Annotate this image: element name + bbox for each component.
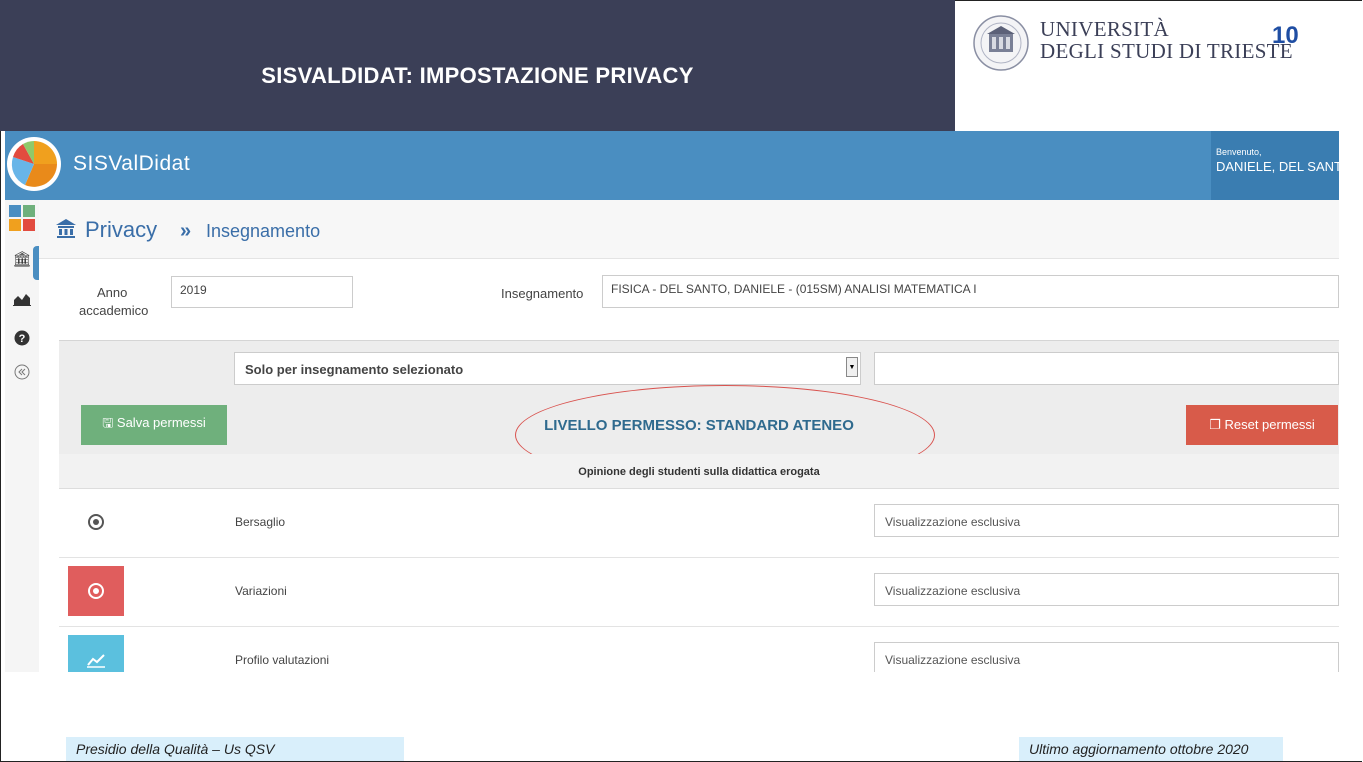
line-chart-icon — [87, 654, 105, 668]
app-topbar: SISValDidat Benvenuto, DANIELE, DEL SANT… — [5, 131, 1339, 200]
user-name: DANIELE, DEL SANTO — [1216, 159, 1339, 174]
section-title: Opinione degli studenti sulla didattica … — [578, 466, 820, 478]
visibility-select[interactable]: Visualizzazione esclusiva — [874, 642, 1339, 672]
app-logo-icon — [7, 137, 61, 191]
row-icon-box — [68, 566, 124, 616]
anno-accademico-field[interactable]: 2019 — [171, 276, 353, 308]
row-label: Bersaglio — [235, 515, 286, 529]
app-screenshot: SISValDidat Benvenuto, DANIELE, DEL SANT… — [5, 131, 1339, 672]
row-icon-box — [68, 635, 124, 672]
main-content: Privacy » Insegnamento Anno accademico 2… — [39, 200, 1339, 672]
footer-right: Ultimo aggiornamento ottobre 2020 — [1019, 737, 1283, 761]
help-icon: ? — [14, 330, 30, 346]
university-seal-icon — [973, 15, 1029, 71]
page-title-bar: Privacy » Insegnamento — [39, 200, 1339, 259]
anno-label-2: accademico — [79, 303, 149, 318]
insegnamento-label: Insegnamento — [501, 286, 584, 301]
slide-header: SISVALDIDAT: IMPOSTAZIONE PRIVACY — [0, 0, 955, 131]
sidebar-item-reports[interactable] — [5, 292, 39, 322]
row-label: Profilo valutazioni — [235, 653, 330, 667]
circle-dot-icon — [88, 583, 104, 599]
building-icon: 🏛 — [12, 251, 32, 268]
footer-left-text: Presidio della Qualità – Us QSV — [76, 741, 275, 757]
page-number: 10 — [1272, 22, 1299, 49]
page-subtitle: Insegnamento — [206, 221, 321, 241]
filter-select[interactable]: Solo per insegnamento selezionato ▼ — [234, 352, 861, 385]
permission-row: Variazioni Visualizzazione esclusiva — [59, 558, 1339, 627]
app-brand[interactable]: SISValDidat — [73, 152, 190, 176]
footer-right-text: Ultimo aggiornamento ottobre 2020 — [1029, 741, 1249, 757]
visibility-select[interactable]: Visualizzazione esclusiva — [874, 573, 1339, 606]
reset-permissions-button[interactable]: ❐ Reset permessi — [1186, 405, 1338, 445]
user-menu[interactable]: Benvenuto, DANIELE, DEL SANTO — [1211, 131, 1339, 200]
filter-select-value: Solo per insegnamento selezionato — [245, 362, 464, 377]
target-icon — [88, 514, 104, 530]
slide-title: SISVALDIDAT: IMPOSTAZIONE PRIVACY — [261, 63, 694, 88]
dashboard-icon — [9, 205, 35, 231]
visibility-select-value: Visualizzazione esclusiva — [885, 584, 1021, 598]
building-icon — [56, 219, 76, 238]
permission-row: Profilo valutazioni Visualizzazione escl… — [59, 627, 1339, 672]
sidebar-collapse[interactable] — [5, 364, 39, 394]
sidebar-item-dashboard[interactable] — [5, 204, 39, 234]
breadcrumb-separator: » — [180, 220, 192, 242]
svg-text:?: ? — [19, 333, 26, 345]
sidebar-item-privacy[interactable]: 🏛 — [5, 250, 39, 280]
university-name-line1: UNIVERSITÀ — [1040, 17, 1169, 41]
reset-icon: ❐ — [1209, 417, 1225, 432]
row-label: Variazioni — [235, 584, 287, 598]
sidebar-item-help[interactable]: ? — [5, 330, 39, 360]
section-header: Opinione degli studenti sulla didattica … — [59, 454, 1339, 490]
row-icon-box — [68, 497, 124, 547]
action-bar: 🖫 Salva permessi LIVELLO PERMESSO: STAND… — [59, 385, 1339, 485]
welcome-text: Benvenuto, — [1216, 147, 1262, 157]
footer-left: Presidio della Qualità – Us QSV — [66, 737, 404, 761]
dropdown-arrow-icon[interactable]: ▼ — [846, 357, 858, 377]
university-name: UNIVERSITÀ DEGLI STUDI DI TRIESTE — [1040, 18, 1293, 62]
collapse-icon — [14, 364, 30, 380]
area-chart-icon — [13, 294, 31, 306]
visibility-select-value: Visualizzazione esclusiva — [885, 653, 1021, 667]
insegnamento-field[interactable]: FISICA - DEL SANTO, DANIELE - (015SM) AN… — [602, 275, 1339, 308]
reset-permissions-label: Reset permessi — [1224, 417, 1315, 432]
visibility-select-value: Visualizzazione esclusiva — [885, 515, 1021, 529]
page-title: Privacy — [85, 217, 158, 242]
sidebar: 🏛 ? — [5, 200, 40, 672]
university-name-line2: DEGLI STUDI DI TRIESTE — [1040, 39, 1293, 63]
visibility-select[interactable]: Visualizzazione esclusiva — [874, 504, 1339, 537]
permission-row: Bersaglio Visualizzazione esclusiva — [59, 489, 1339, 558]
anno-label: Anno — [97, 285, 128, 300]
secondary-select[interactable] — [874, 352, 1339, 385]
